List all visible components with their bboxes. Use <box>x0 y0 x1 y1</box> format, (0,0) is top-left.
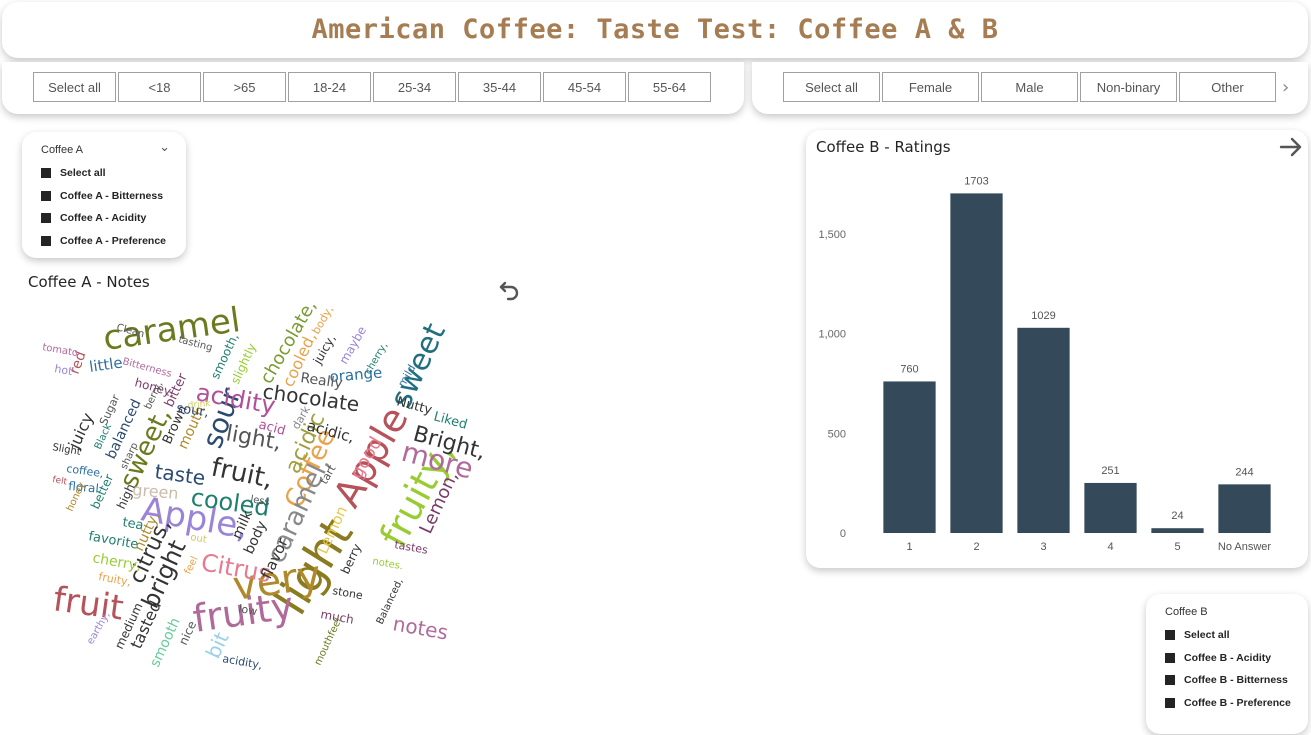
filter-item[interactable]: Coffee A - Acidity <box>41 207 166 230</box>
gender-chip-row: Select all Female Male Non-binary Other <box>783 72 1278 102</box>
data-label: 24 <box>1171 510 1183 522</box>
age-chip-row: Select all <18 >65 18-24 25-34 35-44 45-54 55-6… <box>33 72 713 102</box>
bar[interactable] <box>1017 327 1070 533</box>
checkbox-icon[interactable] <box>1165 652 1175 663</box>
age-chip[interactable]: Select all <box>33 72 116 102</box>
checkbox-icon[interactable] <box>1165 697 1175 708</box>
filter-item[interactable]: Coffee A - Preference <box>41 230 166 253</box>
chevron-right-icon[interactable]: › <box>1282 77 1289 98</box>
age-chip[interactable]: <18 <box>118 72 201 102</box>
gender-chip[interactable]: Male <box>981 72 1078 102</box>
word-cloud-word[interactable]: maybe <box>336 324 369 367</box>
word-cloud: caramellightveryfruityfruity,AppleApple,… <box>41 300 488 672</box>
bar[interactable] <box>883 381 936 533</box>
word-cloud-word[interactable]: acidity, <box>221 652 263 672</box>
chart-title: Coffee B - Ratings <box>816 138 951 156</box>
coffee-a-filter-list: Select all Coffee A - Bitterness Coffee A … <box>41 162 166 252</box>
word-cloud-word[interactable]: little <box>88 353 124 375</box>
y-tick-label: 500 <box>828 428 846 440</box>
data-label: 251 <box>1101 465 1119 477</box>
coffee-b-filter: Coffee B Select all Coffee B - Acidity Cof… <box>1146 594 1308 734</box>
y-tick-label: 1,500 <box>818 229 846 241</box>
gender-chip[interactable]: Female <box>882 72 979 102</box>
word-cloud-word[interactable]: fruit <box>51 579 126 628</box>
x-tick-label: 3 <box>1040 541 1046 553</box>
y-tick-label: 1,000 <box>818 329 846 341</box>
data-label: 760 <box>900 363 918 375</box>
filter-item-label: Select all <box>60 167 106 180</box>
checkbox-icon[interactable] <box>41 235 51 246</box>
page-title: American Coffee: Taste Test: Coffee A & … <box>311 14 999 45</box>
gender-chip[interactable]: Select all <box>783 72 880 102</box>
word-cloud-word[interactable]: coffee, <box>66 462 105 480</box>
filter-item-label: Coffee B - Acidity <box>1184 651 1272 664</box>
gender-chip[interactable]: Other <box>1179 72 1276 102</box>
x-tick-label: No Answer <box>1218 541 1272 553</box>
age-chip[interactable]: 55-64 <box>628 72 711 102</box>
filter-item[interactable]: Coffee B - Preference <box>1165 692 1291 715</box>
age-chip[interactable]: >65 <box>203 72 286 102</box>
checkbox-icon[interactable] <box>1165 630 1175 641</box>
word-cloud-word[interactable]: felt <box>51 475 68 487</box>
checkbox-icon[interactable] <box>41 213 51 224</box>
filter-item-label: Coffee A - Bitterness <box>60 189 164 202</box>
arrow-right-icon[interactable] <box>1278 134 1304 160</box>
filter-item[interactable]: Select all <box>1165 624 1291 647</box>
notes-title: Coffee A - Notes <box>28 273 150 291</box>
filter-item[interactable]: Coffee B - Bitterness <box>1165 669 1291 692</box>
ratings-chart: 0 500 1,000 1,500 760 1 1703 2 1029 3 251 4 24 5 244 No… <box>818 175 1272 553</box>
age-chip[interactable]: 35-44 <box>458 72 541 102</box>
x-tick-label: 2 <box>973 541 979 553</box>
coffee-a-filter-title: Coffee A <box>41 144 83 156</box>
word-cloud-word[interactable]: hot <box>53 362 74 378</box>
filter-item-label: Coffee B - Preference <box>1184 696 1291 709</box>
x-tick-label: 1 <box>906 541 912 553</box>
word-cloud-word[interactable]: Bitterness <box>121 356 173 380</box>
word-cloud-word[interactable]: stone <box>331 584 364 602</box>
age-chip[interactable]: 45-54 <box>543 72 626 102</box>
gender-slicer: Select all Female Male Non-binary Other › <box>752 62 1308 114</box>
coffee-b-filter-title: Coffee B <box>1165 606 1208 618</box>
filter-item[interactable]: Select all <box>41 162 166 185</box>
word-cloud-word[interactable]: tastes <box>393 538 429 557</box>
word-cloud-word[interactable]: green <box>132 480 180 503</box>
coffee-b-filter-list: Select all Coffee B - Acidity Coffee B - B… <box>1165 624 1291 714</box>
checkbox-icon[interactable] <box>41 190 51 201</box>
bar[interactable] <box>1084 482 1137 533</box>
word-cloud-word[interactable]: favorite <box>87 529 139 552</box>
age-slicer: Select all <18 >65 18-24 25-34 35-44 45-54 55-6… <box>2 62 744 114</box>
x-tick-label: 4 <box>1107 541 1113 553</box>
word-cloud-word[interactable]: out <box>189 532 207 546</box>
filter-item[interactable]: Coffee B - Acidity <box>1165 647 1291 670</box>
title-card: American Coffee: Taste Test: Coffee A & … <box>2 2 1308 58</box>
gender-chip[interactable]: Non-binary <box>1080 72 1177 102</box>
bar[interactable] <box>1151 528 1204 533</box>
word-cloud-word[interactable]: notes <box>391 611 450 644</box>
data-label: 244 <box>1235 466 1253 478</box>
x-tick-label: 5 <box>1174 541 1180 553</box>
word-cloud-word[interactable]: tomato <box>41 342 78 359</box>
word-cloud-word[interactable]: notes. <box>371 556 403 572</box>
checkbox-icon[interactable] <box>1165 675 1175 686</box>
age-chip[interactable]: 25-34 <box>373 72 456 102</box>
filter-item-label: Coffee B - Bitterness <box>1184 674 1288 687</box>
filter-item-label: Select all <box>1184 629 1230 642</box>
filter-item-label: Coffee A - Acidity <box>60 212 147 225</box>
filter-item-label: Coffee A - Preference <box>60 234 167 247</box>
word-cloud-word[interactable]: mouthfeel <box>313 616 345 667</box>
filter-item[interactable]: Coffee A - Bitterness <box>41 185 166 208</box>
bar[interactable] <box>1218 484 1271 533</box>
y-tick-label: 0 <box>840 528 846 540</box>
data-label: 1029 <box>1031 310 1055 322</box>
checkbox-icon[interactable] <box>41 168 51 179</box>
ratings-card: 0 500 1,000 1,500 760 1 1703 2 1029 3 251 4 24 5 244 No… <box>806 130 1308 568</box>
coffee-a-filter: Coffee A ⌄ Select all Coffee A - Bitterne… <box>22 132 186 258</box>
chevron-down-icon[interactable]: ⌄ <box>159 140 170 155</box>
age-chip[interactable]: 18-24 <box>288 72 371 102</box>
undo-icon[interactable] <box>496 276 524 304</box>
bar[interactable] <box>950 193 1003 533</box>
data-label: 1703 <box>964 175 988 187</box>
